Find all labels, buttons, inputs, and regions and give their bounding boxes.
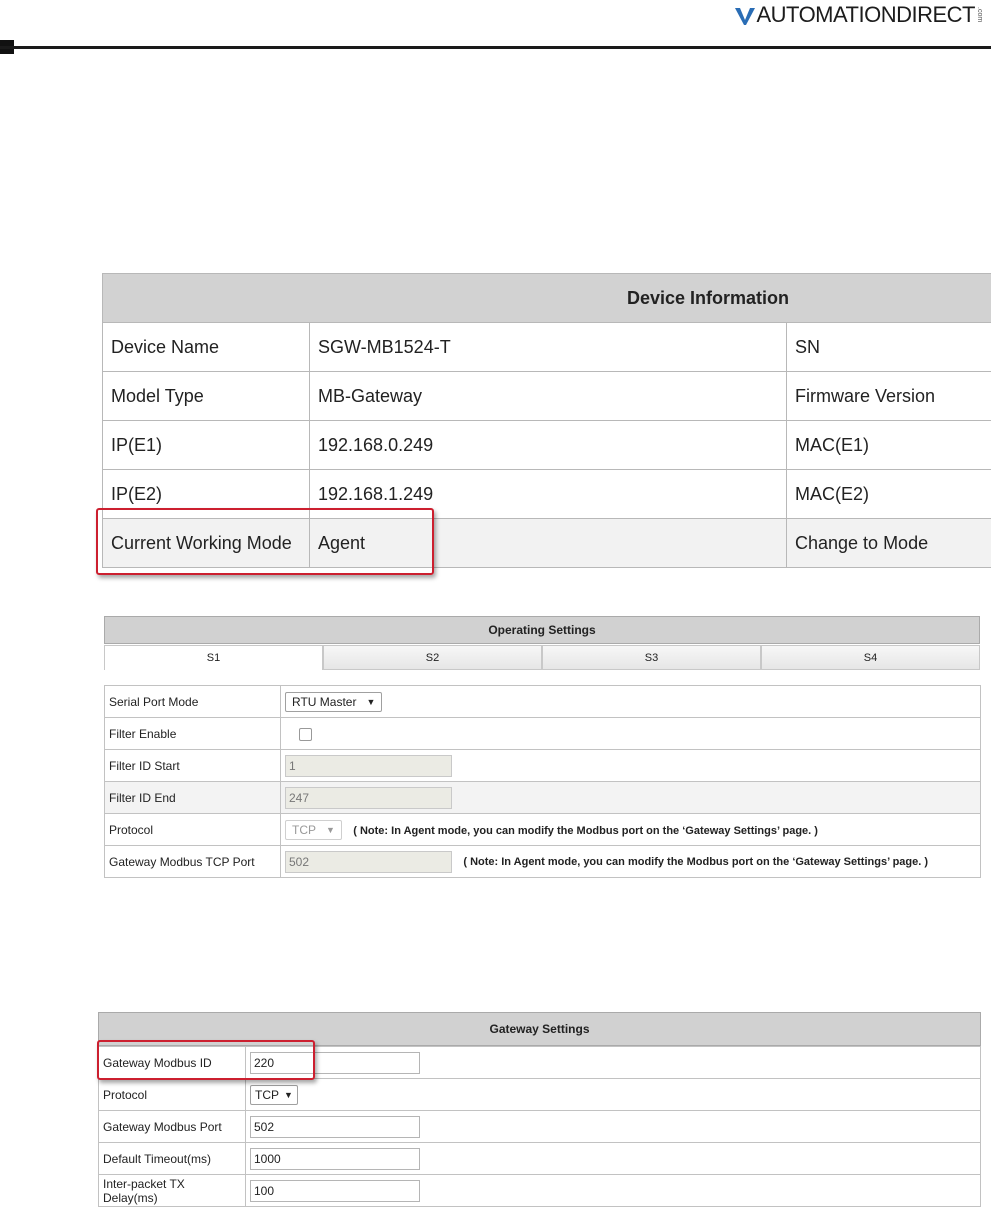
ip-e1-value: 192.168.0.249 — [309, 420, 787, 470]
model-type-label: Model Type — [102, 371, 310, 421]
tab-s2[interactable]: S2 — [323, 645, 542, 670]
tab-s4[interactable]: S4 — [761, 645, 980, 670]
model-type-value: MB-Gateway — [309, 371, 787, 421]
operating-settings-title: Operating Settings — [104, 616, 980, 644]
tcp-port-note: ( Note: In Agent mode, you can modify th… — [463, 855, 929, 868]
protocol-value: TCP — [292, 822, 316, 837]
tx-delay-input[interactable]: 100 — [250, 1179, 420, 1202]
gateway-modbus-tcp-port-label: Gateway Modbus TCP Port — [104, 845, 281, 878]
filter-enable-checkbox[interactable] — [299, 727, 312, 741]
table-row: Protocol TCP ▼ ( Note: In Agent mode, yo… — [104, 813, 981, 846]
table-row: Model Type MB-Gateway Firmware Version — [102, 371, 991, 421]
table-row: Default Timeout(ms) 1000 — [98, 1142, 981, 1175]
logo-v-icon — [735, 8, 756, 25]
table-row: Filter ID End 247 — [104, 781, 981, 814]
default-timeout-label: Default Timeout(ms) — [98, 1142, 246, 1175]
protocol-select[interactable]: TCP ▼ — [285, 819, 342, 840]
device-information-table: Device Information Device Name SGW-MB152… — [102, 273, 991, 568]
table-row: Filter Enable — [104, 717, 981, 750]
protocol-note: ( Note: In Agent mode, you can modify th… — [353, 824, 818, 837]
table-row: Inter-packet TX Delay(ms) 100 — [98, 1174, 981, 1207]
filter-enable-label: Filter Enable — [104, 717, 281, 750]
gateway-modbus-port-label: Gateway Modbus Port — [98, 1110, 246, 1143]
tab-s3[interactable]: S3 — [542, 645, 761, 670]
current-working-mode-label: Current Working Mode — [102, 518, 310, 568]
mac-e2-label: MAC(E2) — [786, 469, 991, 519]
gateway-modbus-id-input[interactable]: 220 — [250, 1051, 420, 1074]
filter-id-start-label: Filter ID Start — [104, 749, 281, 782]
gateway-protocol-select[interactable]: TCP ▼ — [250, 1084, 298, 1105]
gateway-protocol-label: Protocol — [98, 1078, 246, 1111]
tx-delay-label: Inter-packet TX Delay(ms) — [98, 1174, 246, 1207]
dropdown-arrow-icon: ▼ — [326, 824, 335, 835]
table-row: Device Name SGW-MB1524-T SN — [102, 322, 991, 372]
header-rule — [0, 46, 991, 49]
brand-logo: AUTOMATIONDIRECT .com — [734, 0, 983, 30]
serial-port-mode-value: RTU Master — [292, 694, 357, 709]
ip-e2-label: IP(E2) — [102, 469, 310, 519]
logo-text: AUTOMATIONDIRECT — [756, 2, 975, 27]
tab-s1[interactable]: S1 — [104, 645, 323, 670]
filter-id-end-input[interactable]: 247 — [285, 786, 452, 809]
mac-e1-label: MAC(E1) — [786, 420, 991, 470]
ip-e1-label: IP(E1) — [102, 420, 310, 470]
device-name-label: Device Name — [102, 322, 310, 372]
operating-settings-table: Serial Port Mode RTU Master ▼ Filter Ena… — [104, 685, 981, 878]
table-row: Current Working Mode Agent Change to Mod… — [102, 518, 991, 568]
serial-port-mode-select[interactable]: RTU Master ▼ — [285, 691, 383, 712]
device-information-title: Device Information — [102, 273, 991, 323]
table-row: Serial Port Mode RTU Master ▼ — [104, 685, 981, 718]
filter-id-start-input[interactable]: 1 — [285, 754, 452, 777]
serial-port-tabs: S1 S2 S3 S4 — [104, 645, 980, 670]
firmware-version-label: Firmware Version — [786, 371, 991, 421]
logo-suffix: .com — [976, 7, 983, 23]
serial-port-mode-label: Serial Port Mode — [104, 685, 281, 718]
sn-label: SN — [786, 322, 991, 372]
table-row: IP(E2) 192.168.1.249 MAC(E2) — [102, 469, 991, 519]
default-timeout-input[interactable]: 1000 — [250, 1147, 420, 1170]
table-row: Gateway Modbus TCP Port 502 ( Note: In A… — [104, 845, 981, 878]
table-row: Gateway Modbus Port 502 — [98, 1110, 981, 1143]
gateway-settings-table: Gateway Modbus ID 220 Protocol TCP ▼ Gat… — [98, 1046, 981, 1207]
gateway-modbus-tcp-port-input[interactable]: 502 — [285, 850, 452, 873]
table-row: IP(E1) 192.168.0.249 MAC(E1) — [102, 420, 991, 470]
current-working-mode-value: Agent — [309, 518, 787, 568]
change-to-mode-label: Change to Mode — [786, 518, 991, 568]
device-name-value: SGW-MB1524-T — [309, 322, 787, 372]
filter-id-end-label: Filter ID End — [104, 781, 281, 814]
gateway-modbus-id-label: Gateway Modbus ID — [98, 1046, 246, 1079]
dropdown-arrow-icon: ▼ — [366, 696, 376, 707]
ip-e2-value: 192.168.1.249 — [309, 469, 787, 519]
protocol-label: Protocol — [104, 813, 281, 846]
table-row: Gateway Modbus ID 220 — [98, 1046, 981, 1079]
table-row: Filter ID Start 1 — [104, 749, 981, 782]
dropdown-arrow-icon: ▼ — [284, 1089, 293, 1100]
gateway-protocol-value: TCP — [255, 1087, 279, 1102]
table-row: Protocol TCP ▼ — [98, 1078, 981, 1111]
gateway-settings-title: Gateway Settings — [98, 1012, 981, 1046]
gateway-modbus-port-input[interactable]: 502 — [250, 1115, 420, 1138]
